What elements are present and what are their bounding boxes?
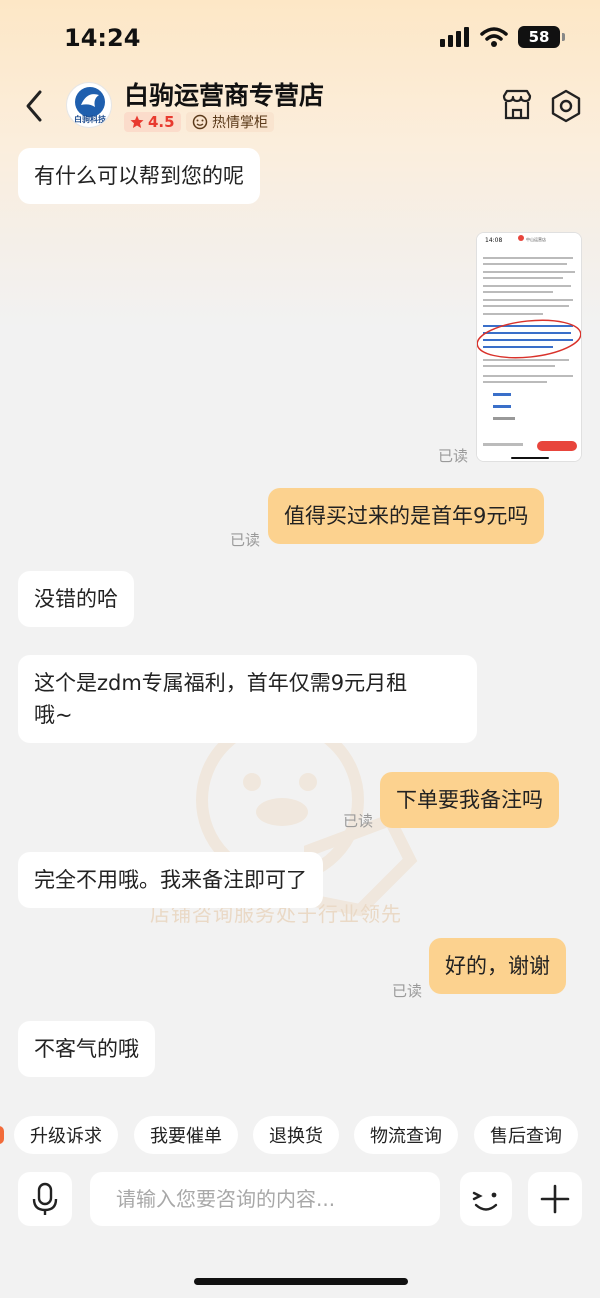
quick-reply-upgrade-appeal[interactable]: 升级诉求 [14,1116,118,1154]
message-image-screenshot[interactable]: 14:08 中山运营店 [476,232,582,462]
shop-icon[interactable] [500,88,534,122]
preview-title: 中山运营店 [526,236,546,242]
hot-badge-label: 热情掌柜 [212,115,268,131]
screenshot-preview-image: 14:08 中山运营店 [477,233,581,461]
settings-hexagon-icon[interactable] [548,88,584,124]
message-bubble-sent: 好的，谢谢 [429,938,566,994]
quick-reply-urge-order[interactable]: 我要催单 [134,1116,238,1154]
status-icons: 58 [440,26,565,48]
emoji-button[interactable] [460,1172,512,1226]
message-bubble-sent: 下单要我备注吗 [380,772,559,828]
preview-time: 14:08 [485,237,502,244]
rating-badge: 4.5 [124,112,181,132]
quick-reply-return-exchange[interactable]: 退换货 [253,1116,339,1154]
read-receipt: 已读 [392,982,423,1000]
store-name[interactable]: 白驹运营商专营店 [124,76,324,112]
plus-icon [540,1184,570,1214]
message-input[interactable] [90,1172,440,1226]
quick-reply-bar: 升级诉求 我要催单 退换货 物流查询 售后查询 [0,1116,600,1154]
hot-shopkeeper-badge: 热情掌柜 [186,112,274,132]
back-arrow-icon[interactable] [20,86,50,126]
wink-emoji-icon [472,1191,498,1211]
store-logo-text: 白驹科技 [74,115,106,124]
quick-reply-logistics[interactable]: 物流查询 [354,1116,458,1154]
signal-icon [440,27,469,47]
battery-indicator: 58 [518,26,565,48]
message-bubble-received: 没错的哈 [18,571,134,627]
home-indicator [194,1278,408,1285]
message-bubble-received: 不客气的哦 [18,1021,155,1077]
input-bar [0,1164,600,1234]
read-receipt: 已读 [343,812,374,830]
rating-value: 4.5 [148,113,175,131]
read-receipt: 已读 [230,531,261,549]
chat-header: 白驹科技 白驹运营商专营店 4.5 热情掌柜 [0,74,600,140]
message-bubble-received: 有什么可以帮到您的呢 [18,148,260,204]
more-button[interactable] [528,1172,582,1226]
status-bar: 14:24 58 [0,0,600,74]
wifi-icon [480,27,508,47]
smile-face-icon [192,114,208,130]
quick-reply-scroll-edge [0,1126,4,1144]
store-avatar[interactable]: 白驹科技 [66,82,112,128]
message-bubble-received: 完全不用哦。我来备注即可了 [18,852,323,908]
quick-reply-after-sales[interactable]: 售后查询 [474,1116,578,1154]
read-receipt: 已读 [438,447,469,465]
voice-button[interactable] [18,1172,72,1226]
microphone-icon [32,1182,58,1215]
message-line: 这个是zdm专属福利，首年仅需9元月租 [34,671,408,695]
message-bubble-sent: 值得买过来的是首年9元吗 [268,488,545,544]
star-icon [130,115,144,128]
message-line: 哦~ [34,703,73,727]
message-bubble-received: 这个是zdm专属福利，首年仅需9元月租 哦~ [18,655,477,743]
status-time: 14:24 [64,24,141,52]
